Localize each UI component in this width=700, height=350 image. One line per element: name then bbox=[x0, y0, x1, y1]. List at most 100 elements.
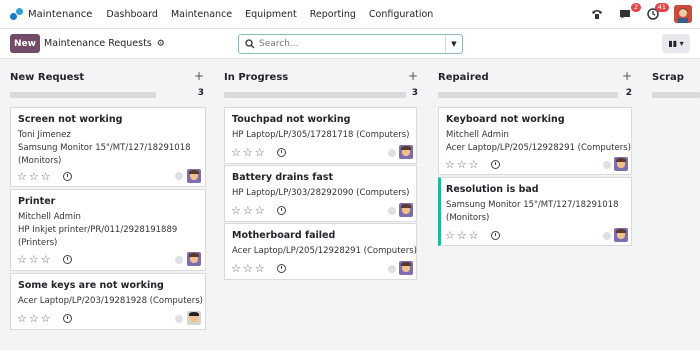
activities-badge: 41 bbox=[654, 3, 669, 12]
priority-stars[interactable]: ☆ ☆ ☆ bbox=[17, 254, 53, 265]
activity-clock-icon[interactable] bbox=[277, 206, 286, 215]
top-navbar: Maintenance Dashboard Maintenance Equipm… bbox=[0, 0, 700, 29]
card-line: Mitchell Admin bbox=[18, 212, 81, 222]
card-line: HP Laptop/LP/303/28292090 (Computers) bbox=[232, 188, 410, 198]
gear-icon[interactable]: ⚙ bbox=[157, 39, 165, 49]
card-title: Keyboard not working bbox=[446, 114, 565, 125]
card-line: (Monitors) bbox=[446, 213, 490, 223]
status-dot[interactable] bbox=[175, 315, 183, 323]
priority-stars[interactable]: ☆ ☆ ☆ bbox=[231, 263, 267, 274]
card-line: Samsung Monitor 15"/MT/127/18291018 bbox=[446, 200, 619, 210]
card-title: Touchpad not working bbox=[232, 114, 351, 125]
card-line: HP Laptop/LP/305/17281718 (Computers) bbox=[232, 130, 410, 140]
assignee-avatar bbox=[187, 169, 201, 183]
breadcrumb: Maintenance Requests ⚙ bbox=[44, 38, 165, 49]
view-switcher-button[interactable]: ▮▮ ▾ bbox=[662, 34, 690, 53]
status-dot[interactable] bbox=[388, 265, 396, 273]
status-dot[interactable] bbox=[175, 256, 183, 264]
menu-equipment[interactable]: Equipment bbox=[245, 9, 297, 20]
priority-stars[interactable]: ☆ ☆ ☆ bbox=[17, 313, 53, 324]
assignee-avatar bbox=[399, 261, 413, 275]
kanban-column-new-request: New Request + 3 Screen not working Toni … bbox=[10, 68, 206, 330]
kanban-column-repaired: Repaired + 2 Keyboard not working Mitche… bbox=[438, 68, 634, 246]
search-dropdown-toggle[interactable]: ▼ bbox=[445, 35, 462, 53]
page-title: Maintenance Requests bbox=[44, 38, 152, 49]
card-title: Printer bbox=[18, 196, 56, 207]
add-card-plus-icon[interactable]: + bbox=[622, 69, 632, 83]
card-line: Acer Laptop/LP/203/19281928 (Computers) bbox=[18, 296, 203, 306]
status-dot[interactable] bbox=[603, 161, 611, 169]
card-line: Acer Laptop/LP/205/12928291 (Computers) bbox=[232, 246, 417, 256]
assignee-avatar bbox=[614, 228, 628, 242]
kanban-card[interactable]: Some keys are not working Acer Laptop/LP… bbox=[10, 273, 206, 330]
search-icon bbox=[245, 39, 255, 49]
card-title: Screen not working bbox=[18, 114, 123, 125]
assignee-avatar bbox=[187, 252, 201, 266]
assignee-avatar bbox=[614, 157, 628, 171]
menu-reporting[interactable]: Reporting bbox=[310, 9, 356, 20]
priority-stars[interactable]: ☆ ☆ ☆ bbox=[231, 147, 267, 158]
kanban-card[interactable]: Motherboard failed Acer Laptop/LP/205/12… bbox=[224, 223, 417, 280]
assignee-avatar bbox=[399, 203, 413, 217]
activity-clock-icon[interactable] bbox=[63, 255, 72, 264]
card-line: Acer Laptop/LP/205/12928291 (Computers) bbox=[446, 143, 631, 153]
activity-clock-icon[interactable] bbox=[277, 264, 286, 273]
column-progress-bar bbox=[224, 92, 406, 98]
assignee-avatar bbox=[187, 311, 201, 325]
priority-stars[interactable]: ☆ ☆ ☆ bbox=[231, 205, 267, 216]
search-bar: ▼ bbox=[238, 34, 463, 54]
kanban-column-in-progress: In Progress + 3 Touchpad not working HP … bbox=[224, 68, 420, 280]
card-title: Battery drains fast bbox=[232, 172, 333, 183]
kanban-card[interactable]: Touchpad not working HP Laptop/LP/305/17… bbox=[224, 107, 417, 164]
column-count: 3 bbox=[197, 88, 204, 98]
kanban-card[interactable]: Keyboard not working Mitchell Admin Acer… bbox=[438, 107, 632, 175]
kanban-card[interactable]: Screen not working Toni Jimenez Samsung … bbox=[10, 107, 206, 187]
control-panel: New Maintenance Requests ⚙ ▼ ▮▮ ▾ bbox=[0, 29, 700, 59]
app-name[interactable]: Maintenance bbox=[28, 9, 92, 20]
status-dot[interactable] bbox=[603, 232, 611, 240]
column-count: 2 bbox=[625, 88, 632, 98]
column-title: Repaired bbox=[438, 72, 489, 83]
kanban-card[interactable]: Printer Mitchell Admin HP Inkjet printer… bbox=[10, 189, 206, 271]
menu-maintenance[interactable]: Maintenance bbox=[171, 9, 232, 20]
activity-clock-icon[interactable] bbox=[63, 314, 72, 323]
card-title: Motherboard failed bbox=[232, 230, 336, 241]
status-dot[interactable] bbox=[388, 207, 396, 215]
search-input[interactable] bbox=[259, 39, 439, 49]
activity-clock-icon[interactable] bbox=[491, 231, 500, 240]
messages-icon[interactable]: 2 bbox=[616, 3, 641, 23]
maintenance-logo-icon[interactable] bbox=[10, 7, 24, 21]
activity-clock-icon[interactable] bbox=[63, 172, 72, 181]
kanban-card[interactable]: Resolution is bad Samsung Monitor 15"/MT… bbox=[438, 177, 632, 246]
activity-clock-icon[interactable] bbox=[277, 148, 286, 157]
column-progress-bar bbox=[10, 92, 156, 98]
column-title: In Progress bbox=[224, 72, 289, 83]
add-card-plus-icon[interactable]: + bbox=[194, 69, 204, 83]
column-progress-bar bbox=[652, 92, 700, 98]
status-dot[interactable] bbox=[175, 172, 183, 180]
priority-stars[interactable]: ☆ ☆ ☆ bbox=[17, 171, 53, 182]
kanban-card[interactable]: Battery drains fast HP Laptop/LP/303/282… bbox=[224, 165, 417, 222]
messages-badge: 2 bbox=[630, 3, 641, 12]
card-title: Resolution is bad bbox=[446, 184, 539, 195]
priority-stars[interactable]: ☆ ☆ ☆ bbox=[445, 159, 481, 170]
kanban-column-scrap: Scrap bbox=[652, 68, 700, 98]
card-title: Some keys are not working bbox=[18, 280, 164, 291]
user-avatar[interactable] bbox=[674, 5, 692, 23]
card-line: Mitchell Admin bbox=[446, 130, 509, 140]
main-menu: Dashboard Maintenance Equipment Reportin… bbox=[106, 9, 446, 20]
navbar-systray: 2 41 bbox=[578, 3, 692, 24]
add-card-plus-icon[interactable]: + bbox=[408, 69, 418, 83]
phone-icon[interactable] bbox=[588, 5, 606, 23]
new-button[interactable]: New bbox=[10, 34, 40, 53]
priority-stars[interactable]: ☆ ☆ ☆ bbox=[445, 230, 481, 241]
card-line: (Printers) bbox=[18, 238, 58, 248]
menu-configuration[interactable]: Configuration bbox=[369, 9, 433, 20]
card-line: (Monitors) bbox=[18, 156, 62, 166]
menu-dashboard[interactable]: Dashboard bbox=[106, 9, 158, 20]
status-dot[interactable] bbox=[388, 149, 396, 157]
activity-clock-icon[interactable] bbox=[491, 160, 500, 169]
kanban-view-icon: ▮▮ ▾ bbox=[668, 39, 684, 48]
activities-icon[interactable]: 41 bbox=[644, 3, 669, 23]
card-line: HP Inkjet printer/PR/011/2928191889 bbox=[18, 225, 178, 235]
